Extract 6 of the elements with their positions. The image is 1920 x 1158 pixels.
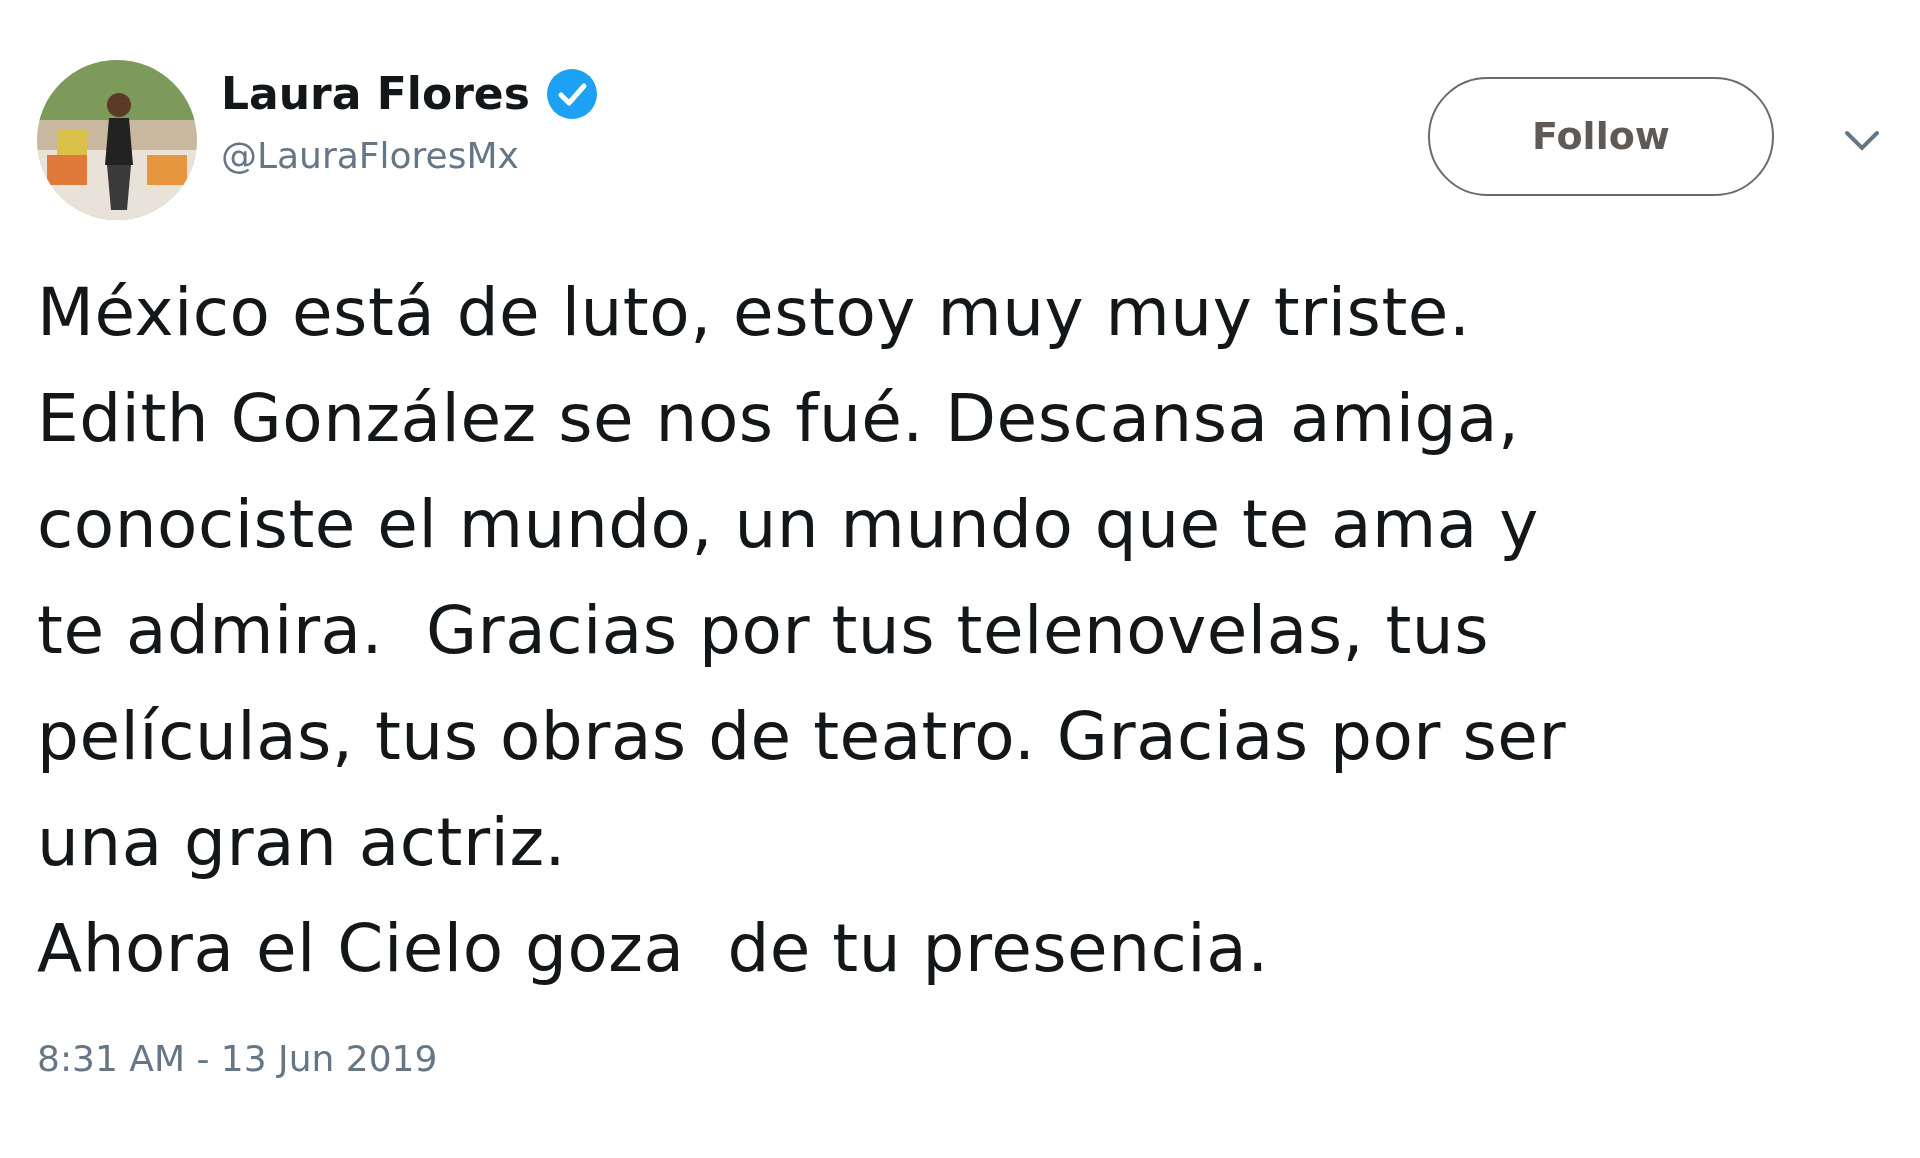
- author-name[interactable]: Laura Flores: [221, 69, 530, 119]
- follow-button[interactable]: Follow: [1428, 77, 1774, 196]
- chevron-down-icon[interactable]: [1844, 130, 1880, 152]
- author-handle[interactable]: @LauraFloresMx: [221, 136, 1428, 176]
- timestamp[interactable]: 8:31 AM - 13 Jun 2019: [37, 1032, 1880, 1086]
- tweet-text: México está de luto, estoy muy muy triste. Edith González se nos fué. Descansa amiga, conociste el mundo, un mundo que te ama y te admira. Gracias por tus telenovelas, tus películas, tus obras de teatro. Gracias por ser una gran actriz. Ahora el Cielo goza de tu presencia.: [37, 273, 1568, 989]
